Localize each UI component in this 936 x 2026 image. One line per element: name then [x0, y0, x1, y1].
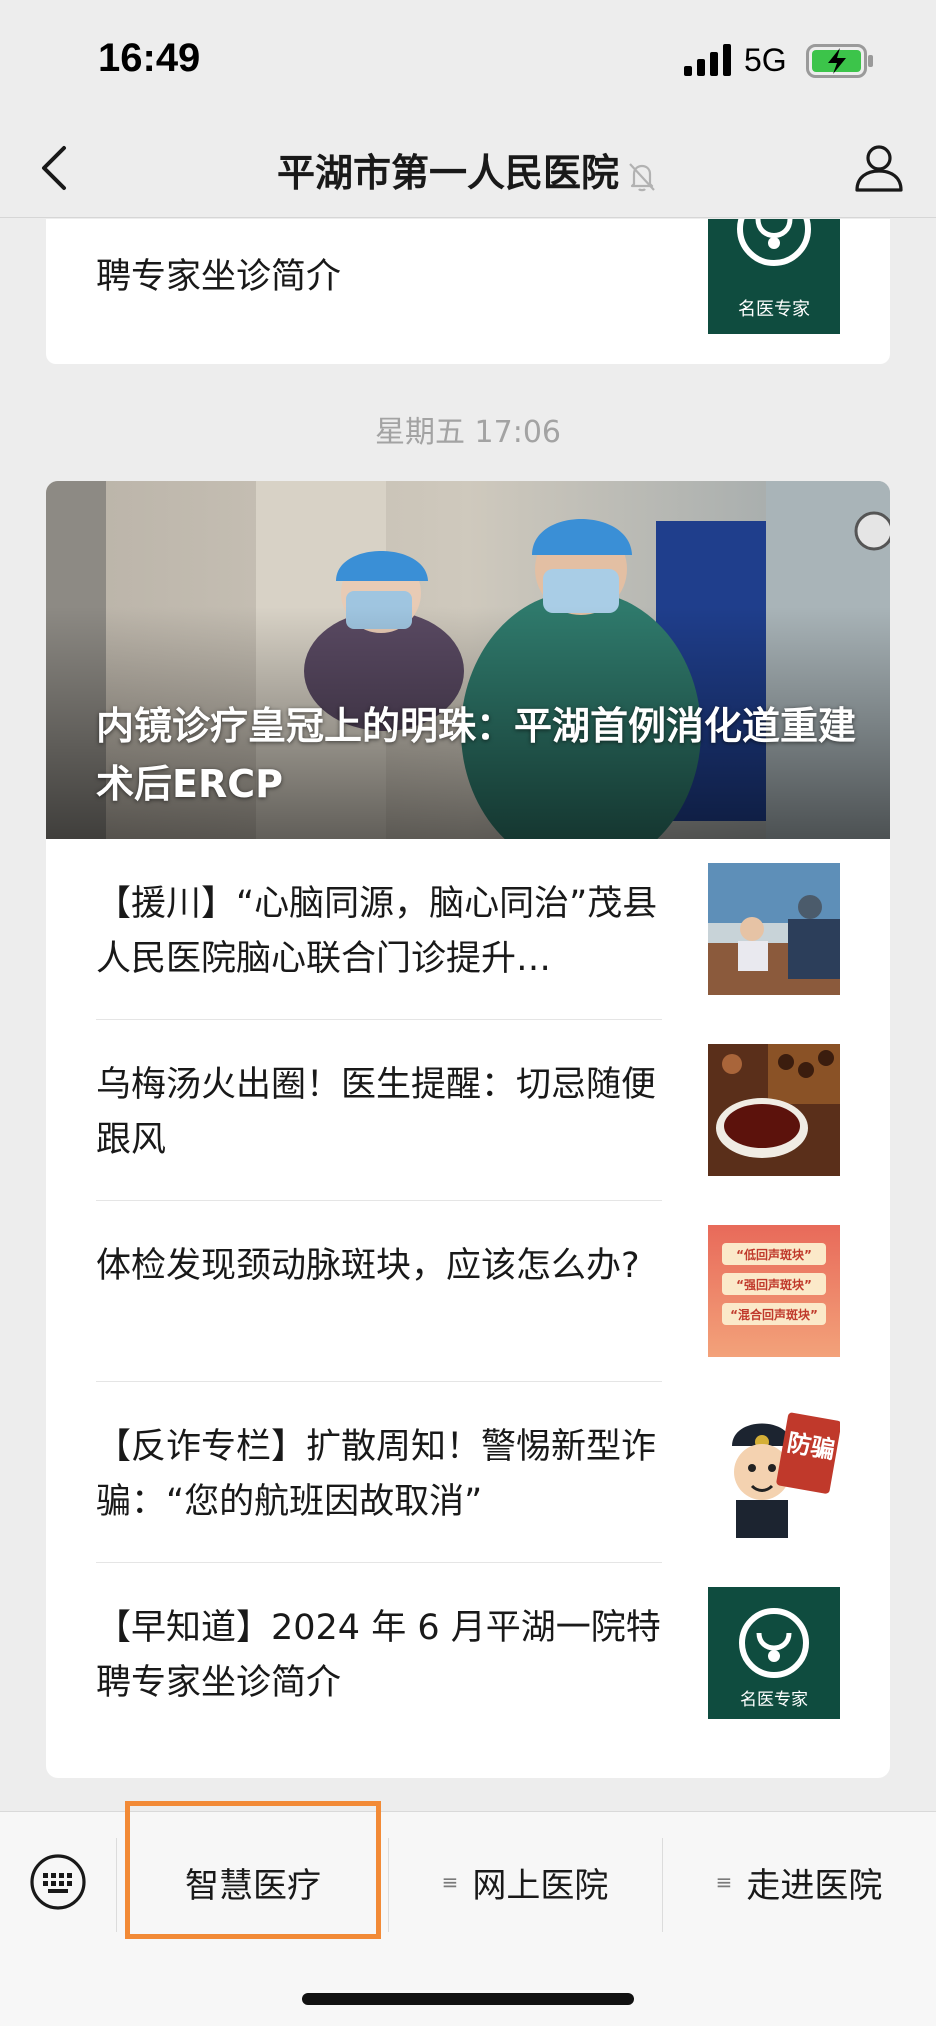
- article-title: 聘专家坐诊简介: [96, 257, 342, 297]
- article-title: 体检发现颈动脉斑块，应该怎么办?: [96, 1246, 640, 1286]
- submenu-lines-icon: ≡: [715, 1870, 733, 1894]
- article-item[interactable]: 【早知道】2024 年 6 月平湖一院特聘专家坐诊简介 名医专家: [96, 1563, 840, 1744]
- article-item[interactable]: 乌梅汤火出圈！医生提醒：切忌随便跟风: [96, 1020, 840, 1201]
- article-thumbnail: [708, 1044, 840, 1176]
- anti-fraud-cartoon-image: 防骗: [708, 1406, 840, 1538]
- keyboard-icon[interactable]: [28, 1852, 88, 1912]
- signal-icon: [684, 44, 731, 76]
- hero-title: 内镜诊疗皇冠上的明珠：平湖首例消化道重建术后ERCP: [96, 704, 857, 806]
- stethoscope-logo-icon: 名医专家: [708, 219, 840, 334]
- nav-bar: 平湖市第一人民医院: [0, 120, 936, 218]
- article-item[interactable]: 【援川】“心脑同源，脑心同治”茂县人民医院脑心联合门诊提升…: [96, 839, 840, 1020]
- clinic-photo-image: [708, 863, 840, 995]
- status-bar: 16:49 5G: [0, 0, 936, 120]
- page-title: 平湖市第一人民医院: [0, 142, 936, 197]
- menu-item-label: 网上医院: [472, 1865, 609, 1906]
- menu-item-online-hospital[interactable]: ≡ 网上医院: [388, 1832, 662, 1932]
- article-thumbnail: [708, 863, 840, 995]
- menu-separator: [116, 1838, 117, 1932]
- article-thumbnail: “低回声斑块” “强回声斑块” “混合回声斑块”: [708, 1225, 840, 1357]
- article-title: 【援川】“心脑同源，脑心同治”茂县人民医院脑心联合门诊提升…: [96, 884, 658, 979]
- article-card-previous[interactable]: 聘专家坐诊简介 名医专家: [46, 219, 890, 364]
- status-time: 16:49: [98, 36, 201, 80]
- thumb-line: “低回声斑块”: [736, 1247, 812, 1262]
- article-item[interactable]: 【反诈专栏】扩散周知！警惕新型诈骗：“您的航班因故取消” 防骗: [96, 1382, 840, 1563]
- home-indicator[interactable]: [302, 1993, 634, 2005]
- message-feed[interactable]: 聘专家坐诊简介 名医专家 星期五 17:06 内镜诊疗皇冠上的明珠：平湖首例消化…: [0, 219, 936, 1811]
- thumb-caption: 名医专家: [740, 1690, 808, 1710]
- thumb-caption: 名医专家: [738, 299, 810, 320]
- thumb-line: “强回声斑块”: [736, 1277, 812, 1292]
- message-timestamp: 星期五 17:06: [375, 415, 561, 450]
- profile-icon[interactable]: [850, 138, 908, 196]
- article-title: 【反诈专栏】扩散周知！警惕新型诈骗：“您的航班因故取消”: [96, 1427, 657, 1522]
- stethoscope-logo-icon: 名医专家: [708, 1587, 840, 1719]
- thumb-line: “混合回声斑块”: [730, 1307, 818, 1322]
- article-title: 乌梅汤火出圈！医生提醒：切忌随便跟风: [96, 1065, 657, 1160]
- mute-bell-icon: [629, 162, 655, 191]
- article-thumbnail: 防骗: [708, 1406, 840, 1538]
- submenu-lines-icon: ≡: [441, 1870, 459, 1894]
- plaque-poster-image: “低回声斑块” “强回声斑块” “混合回声斑块”: [708, 1225, 840, 1357]
- menu-item-label: 走进医院: [746, 1865, 883, 1906]
- account-name: 平湖市第一人民医院: [276, 151, 619, 195]
- article-title: 【早知道】2024 年 6 月平湖一院特聘专家坐诊简介: [96, 1608, 661, 1703]
- article-thumbnail: 名医专家: [708, 1587, 840, 1719]
- expert-logo-thumbnail: 名医专家: [708, 219, 840, 334]
- battery-icon: [806, 44, 873, 78]
- menu-item-about-hospital[interactable]: ≡ 走进医院: [662, 1832, 936, 1932]
- network-label: 5G: [744, 42, 787, 78]
- article-item[interactable]: 体检发现颈动脉斑块，应该怎么办? “低回声斑块” “强回声斑块” “混合回声斑块…: [96, 1201, 840, 1382]
- plum-soup-image: [708, 1044, 840, 1176]
- hero-article[interactable]: 内镜诊疗皇冠上的明珠：平湖首例消化道重建术后ERCP: [46, 481, 890, 839]
- article-group-card: 内镜诊疗皇冠上的明珠：平湖首例消化道重建术后ERCP 【援川】“心脑同源，脑心同…: [46, 481, 890, 1778]
- highlight-box: [125, 1801, 381, 1939]
